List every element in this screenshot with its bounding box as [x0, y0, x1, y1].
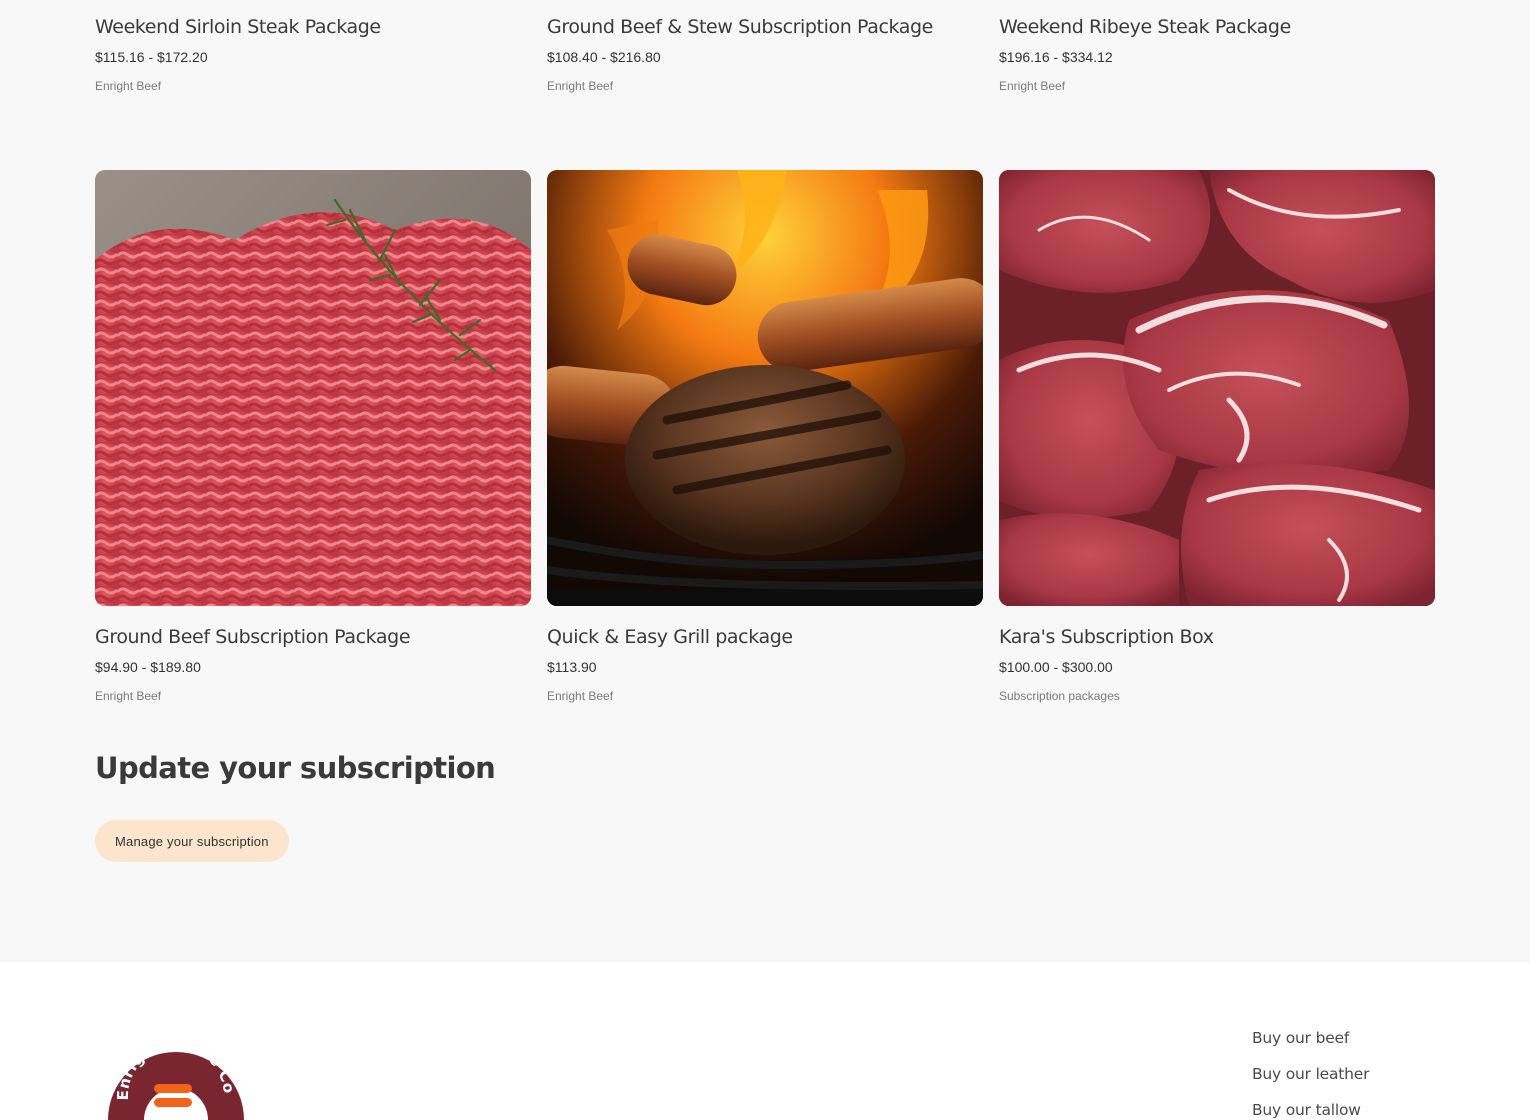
ground-beef-photo[interactable] [95, 170, 531, 606]
product-price: $108.40 - $216.80 [547, 49, 661, 65]
product-vendor: Enright Beef [999, 79, 1066, 93]
product-grid-top: Weekend Sirloin Steak Package $115.16 - … [95, 14, 1435, 94]
footer-link-tallow[interactable]: Buy our tallow [1252, 1101, 1361, 1119]
product-card-quick-easy-grill[interactable]: Quick & Easy Grill package $113.90 Enrig… [547, 170, 983, 704]
product-vendor: Enright Beef [95, 79, 162, 93]
update-subscription-section: Update your subscription Manage your sub… [95, 748, 496, 862]
product-price: $113.90 [547, 659, 597, 675]
product-title[interactable]: Ground Beef Subscription Package [95, 624, 531, 650]
product-card-weekend-ribeye[interactable]: Weekend Ribeye Steak Package $196.16 - $… [999, 14, 1435, 94]
grill-burger-photo[interactable] [547, 170, 983, 606]
product-title[interactable]: Weekend Sirloin Steak Package [95, 14, 531, 40]
product-price: $115.16 - $172.20 [95, 49, 208, 65]
footer-link-item: Buy our leather [1252, 1062, 1370, 1098]
product-vendor: Enright Beef [95, 689, 162, 703]
update-subscription-title: Update your subscription [95, 751, 496, 785]
product-vendor: Enright Beef [547, 689, 614, 703]
raw-steaks-photo[interactable] [999, 170, 1435, 606]
product-title[interactable]: Weekend Ribeye Steak Package [999, 14, 1435, 40]
product-grid-bottom: Ground Beef Subscription Package $94.90 … [95, 170, 1435, 704]
product-price: $100.00 - $300.00 [999, 659, 1113, 675]
product-title[interactable]: Ground Beef & Stew Subscription Package [547, 14, 983, 40]
product-price: $94.90 - $189.80 [95, 659, 201, 675]
product-price: $196.16 - $334.12 [999, 49, 1113, 65]
enright-cattle-logo[interactable]: Enright Cattle Co. [103, 1024, 246, 1120]
footer-link-item: Buy our beef [1252, 1026, 1369, 1062]
product-title[interactable]: Kara's Subscription Box [999, 624, 1435, 650]
product-card-ground-beef-subscription[interactable]: Ground Beef Subscription Package $94.90 … [95, 170, 531, 704]
footer-links: Buy our beef Buy our leather Buy our tal… [1252, 1026, 1370, 1120]
product-card-weekend-sirloin[interactable]: Weekend Sirloin Steak Package $115.16 - … [95, 14, 531, 94]
product-title[interactable]: Quick & Easy Grill package [547, 624, 983, 650]
footer-link-leather[interactable]: Buy our leather [1252, 1065, 1370, 1083]
product-card-karas-subscription-box[interactable]: Kara's Subscription Box $100.00 - $300.0… [999, 170, 1435, 704]
site-footer: Enright Cattle Co. Buy our beef Buy our … [0, 962, 1530, 1120]
product-vendor: Subscription packages [999, 689, 1120, 703]
footer-link-item: Buy our tallow [1252, 1098, 1369, 1120]
footer-link-beef[interactable]: Buy our beef [1252, 1029, 1349, 1047]
product-card-ground-beef-stew[interactable]: Ground Beef & Stew Subscription Package … [547, 14, 983, 94]
product-vendor: Enright Beef [547, 79, 614, 93]
manage-subscription-button[interactable]: Manage your subscription [95, 820, 289, 862]
